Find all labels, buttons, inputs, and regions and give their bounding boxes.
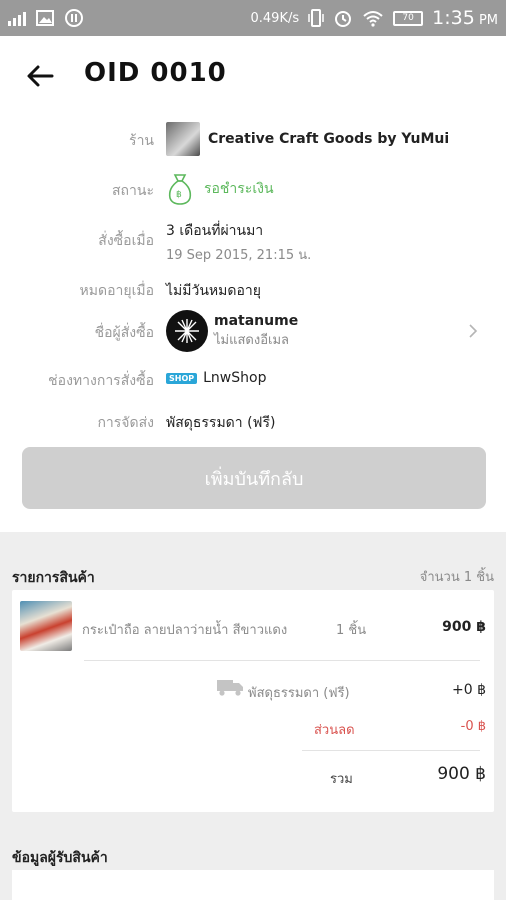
- clock-ampm: PM: [478, 13, 498, 28]
- recipient-title: ข้อมูลผู้รับสินค้า: [12, 850, 108, 866]
- products-card: กระเป๋าถือ ลายปลาว่ายน้ำ สีขาวแดง 1 ชิ้น…: [12, 590, 494, 812]
- buyer-avatar: [166, 310, 208, 352]
- expire-value: ไม่มีวันหมดอายุ: [166, 283, 261, 299]
- shop-badge-icon: SHOP: [166, 372, 198, 384]
- total-label: รวม: [330, 772, 353, 787]
- buyer-row[interactable]: ชื่อผู้สั่งซื้อ matanume ไม่แสดงอีเมล: [0, 310, 506, 356]
- status-label: สถานะ: [112, 183, 154, 199]
- chevron-right-icon[interactable]: [466, 324, 480, 338]
- divider: [302, 750, 480, 751]
- app-header: OID 0010: [0, 36, 506, 116]
- ordered-row: สั่งซื้อเมื่อ 3 เดือนที่ผ่านมา 19 Sep 20…: [0, 220, 506, 263]
- status-value: รอชำระเงิน: [204, 181, 274, 197]
- alarm-icon: [335, 11, 352, 27]
- money-bag-icon: ฿: [168, 174, 192, 205]
- product-thumbnail[interactable]: [20, 601, 72, 651]
- buyer-label: ชื่อผู้สั่งซื้อ: [94, 325, 154, 341]
- expire-row: หมดอายุเมื่อ ไม่มีวันหมดอายุ: [0, 280, 506, 302]
- channel-value: LnwShop: [203, 370, 267, 386]
- shop-thumbnail: [166, 122, 200, 156]
- buyer-email: ไม่แสดงอีเมล: [214, 332, 289, 348]
- status-row: สถานะ ฿ รอชำระเงิน: [0, 172, 506, 208]
- shop-label: ร้าน: [129, 133, 154, 149]
- product-qty: 1 ชิ้น: [336, 623, 367, 638]
- status-bar: 0.49K/s 70 1:35 PM: [0, 0, 506, 36]
- divider: [84, 660, 480, 661]
- svg-text:฿: ฿: [176, 190, 182, 200]
- clock: 1:35: [432, 7, 475, 29]
- ordered-label: สั่งซื้อเมื่อ: [98, 233, 154, 249]
- wifi-icon: [363, 11, 383, 27]
- back-arrow-icon[interactable]: [24, 60, 56, 92]
- channel-row: ช่องทางการสั่งซื้อ SHOP LnwShop: [0, 368, 506, 390]
- ordered-relative: 3 เดือนที่ผ่านมา: [166, 223, 264, 239]
- pause-notification-icon: [65, 9, 83, 27]
- shipping-value: พัสดุธรรมดา (ฟรี): [166, 415, 276, 431]
- shop-name[interactable]: Creative Craft Goods by YuMui: [208, 131, 449, 147]
- product-price: 900 ฿: [442, 619, 486, 635]
- buyer-name: matanume: [214, 312, 299, 329]
- discount-label: ส่วนลด: [314, 723, 355, 738]
- page-title: OID 0010: [84, 58, 227, 88]
- total-amount: 900 ฿: [437, 764, 486, 784]
- channel-label: ช่องทางการสั่งซื้อ: [48, 373, 154, 389]
- product-name[interactable]: กระเป๋าถือ ลายปลาว่ายน้ำ สีขาวแดง: [82, 619, 287, 640]
- gallery-icon: [36, 10, 54, 26]
- vibrate-icon: [308, 9, 324, 27]
- shop-row: ร้าน Creative Craft Goods by YuMui: [0, 122, 506, 158]
- signal-icon: [8, 10, 26, 26]
- products-count: จำนวน 1 ชิ้น: [419, 570, 494, 585]
- expire-label: หมดอายุเมื่อ: [79, 283, 154, 299]
- add-private-note-button[interactable]: เพิ่มบันทึกลับ: [22, 447, 486, 509]
- discount-amount: -0 ฿: [460, 719, 486, 734]
- products-title: รายการสินค้า: [12, 570, 95, 586]
- net-speed: 0.49K/s: [250, 10, 300, 26]
- starburst-icon: [175, 319, 199, 343]
- recipient-card: [12, 870, 494, 900]
- shipping-amount: +0 ฿: [452, 682, 486, 698]
- shipping-method: พัสดุธรรมดา (ฟรี): [248, 686, 350, 701]
- battery-icon: 70: [393, 10, 424, 26]
- shipping-label: การจัดส่ง: [97, 415, 154, 431]
- truck-icon: [217, 680, 243, 696]
- ordered-date: 19 Sep 2015, 21:15 น.: [166, 248, 312, 263]
- shipping-row: การจัดส่ง พัสดุธรรมดา (ฟรี): [0, 410, 506, 432]
